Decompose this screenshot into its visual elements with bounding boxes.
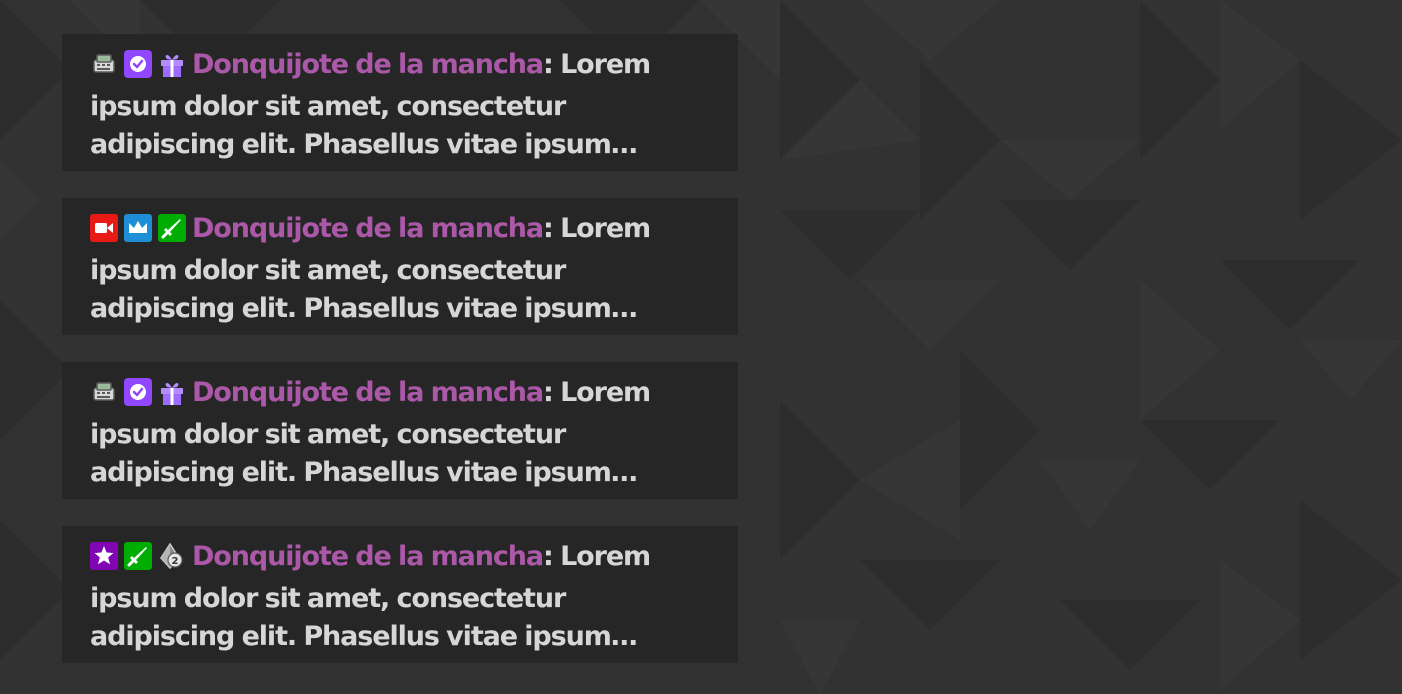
verified-icon[interactable]: [124, 50, 152, 78]
username-separator: :: [543, 541, 554, 572]
gift-icon[interactable]: [158, 50, 186, 78]
star-icon[interactable]: [90, 542, 118, 570]
chat-message[interactable]: Donquijote de la mancha: Lorem ipsum dol…: [62, 362, 738, 499]
badge-group: 2: [90, 542, 186, 580]
cash-register-icon[interactable]: [90, 50, 118, 78]
broadcaster-camera-icon[interactable]: [90, 214, 118, 242]
username-separator: :: [543, 49, 554, 80]
username[interactable]: Donquijote de la mancha: [192, 49, 544, 80]
username[interactable]: Donquijote de la mancha: [192, 213, 544, 244]
verified-icon[interactable]: [124, 378, 152, 406]
chat-message-list: Donquijote de la mancha: Lorem ipsum dol…: [62, 34, 738, 690]
badge-group: [90, 214, 186, 252]
chat-message[interactable]: Donquijote de la mancha: Lorem ipsum dol…: [62, 198, 738, 335]
message-text: 2 Donquijote de la mancha: Lorem ipsum d…: [90, 538, 710, 656]
gem-level-label: 2: [172, 556, 179, 567]
username[interactable]: Donquijote de la mancha: [192, 377, 544, 408]
level-gem-icon[interactable]: 2: [158, 542, 186, 570]
message-text: Donquijote de la mancha: Lorem ipsum dol…: [90, 46, 710, 164]
crown-icon[interactable]: [124, 214, 152, 242]
moderator-sword-icon[interactable]: [124, 542, 152, 570]
username-separator: :: [543, 377, 554, 408]
moderator-sword-icon[interactable]: [158, 214, 186, 242]
badge-group: [90, 378, 186, 416]
message-text: Donquijote de la mancha: Lorem ipsum dol…: [90, 210, 710, 328]
badge-group: [90, 50, 186, 88]
chat-message[interactable]: 2 Donquijote de la mancha: Lorem ipsum d…: [62, 526, 738, 663]
chat-message[interactable]: Donquijote de la mancha: Lorem ipsum dol…: [62, 34, 738, 171]
message-text: Donquijote de la mancha: Lorem ipsum dol…: [90, 374, 710, 492]
username[interactable]: Donquijote de la mancha: [192, 541, 544, 572]
cash-register-icon[interactable]: [90, 378, 118, 406]
gift-icon[interactable]: [158, 378, 186, 406]
username-separator: :: [543, 213, 554, 244]
